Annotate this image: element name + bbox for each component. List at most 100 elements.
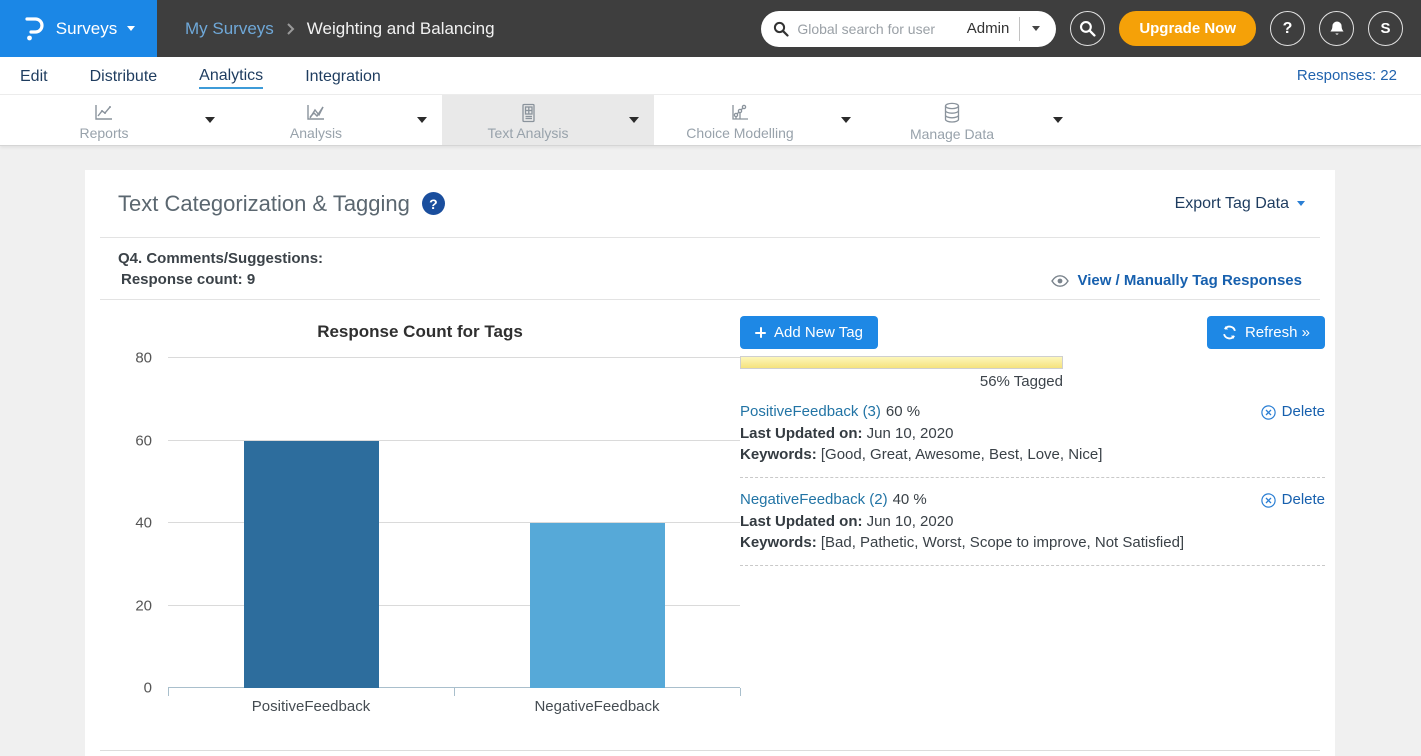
bar-positivefeedback[interactable] [244,441,379,689]
ribbon-dropdown-choice-modelling[interactable] [826,117,866,123]
trend-chart-icon [305,103,327,123]
tagged-percent-label: 56% Tagged [740,373,1063,390]
refresh-button[interactable]: Refresh » [1207,316,1325,349]
user-avatar[interactable]: S [1368,11,1403,46]
ribbon-dropdown-reports[interactable] [190,117,230,123]
ribbon-label: Analysis [290,125,342,141]
chevron-down-icon [629,117,639,123]
y-tick-label: 40 [135,515,152,532]
ribbon-label: Text Analysis [488,125,569,141]
delete-label: Delete [1282,401,1325,423]
tag-name-link[interactable]: PositiveFeedback (3) [740,401,881,423]
global-search-input[interactable] [797,21,962,37]
upgrade-now-button[interactable]: Upgrade Now [1119,11,1256,46]
ribbon-item-text-analysis[interactable]: Text Analysis [442,99,614,141]
question-section: Q4. Comments/Suggestions: Response count… [100,238,1320,300]
view-manually-tag-link[interactable]: View / Manually Tag Responses [1051,272,1302,290]
add-new-tag-button[interactable]: Add New Tag [740,316,878,349]
chevron-down-icon [841,117,851,123]
chart-area: 020406080 [100,358,740,688]
bar-negativefeedback[interactable] [530,523,665,688]
response-count-label: Response count: 9 [118,269,323,290]
bell-icon [1329,20,1345,37]
text-tagging-card: Text Categorization & Tagging ? Export T… [85,170,1335,756]
y-tick-label: 80 [135,350,152,367]
search-icon [773,21,789,37]
delete-tag-button[interactable]: Delete [1261,401,1325,423]
chart-y-axis: 020406080 [100,358,168,688]
survey-tabs: Edit Distribute Analytics Integration Re… [0,57,1421,95]
tab-distribute[interactable]: Distribute [90,64,158,88]
x-axis-tick [740,688,741,696]
add-new-tag-label: Add New Tag [774,324,863,341]
y-tick-label: 0 [144,680,152,697]
tag-keywords-line: Keywords: [Bad, Pathetic, Worst, Scope t… [740,532,1325,553]
product-switcher[interactable]: Surveys [0,0,157,57]
question-label: Q4. Comments/Suggestions: [118,248,323,269]
ribbon-label: Reports [79,125,128,141]
plus-icon [755,327,766,338]
tag-head: PositiveFeedback (3) 60 % Delete [740,401,1325,423]
chart-title: Response Count for Tags [100,322,740,342]
updated-label: Last Updated on: [740,513,863,530]
question-mark-icon: ? [1283,20,1293,38]
page-content: Text Categorization & Tagging ? Export T… [0,146,1421,756]
card-header: Text Categorization & Tagging ? Export T… [85,170,1335,237]
x-category-label: PositiveFeedback [168,698,454,715]
updated-value: Jun 10, 2020 [863,425,954,442]
tab-analytics[interactable]: Analytics [199,63,263,89]
ribbon-label: Manage Data [910,126,994,142]
help-button[interactable]: ? [1270,11,1305,46]
tag-panel: Add New Tag 56% Tagged Refresh » [740,314,1325,715]
x-axis-tick [168,688,169,696]
tag-entry-negativefeedback: NegativeFeedback (2) 40 % Delete Last Up… [740,480,1325,566]
chevron-down-icon [127,26,135,31]
quick-search-button[interactable] [1070,11,1105,46]
search-scope-selector[interactable]: Admin [967,20,1010,37]
keywords-value: [Bad, Pathetic, Worst, Scope to improve,… [817,534,1184,551]
bar-slot [168,358,454,688]
ribbon-dropdown-manage-data[interactable] [1038,117,1078,123]
ribbon-item-manage-data[interactable]: Manage Data [866,98,1038,142]
tag-keywords-line: Keywords: [Good, Great, Awesome, Best, L… [740,444,1325,465]
y-tick-label: 60 [135,432,152,449]
keywords-label: Keywords: [740,534,817,551]
question-info: Q4. Comments/Suggestions: Response count… [118,248,323,290]
tag-actions-row: Add New Tag 56% Tagged Refresh » [740,316,1325,390]
tag-updated-line: Last Updated on: Jun 10, 2020 [740,423,1325,444]
view-manually-tag-label: View / Manually Tag Responses [1077,272,1302,289]
tag-name-link[interactable]: NegativeFeedback (2) [740,489,888,511]
ribbon-unit-reports: Reports [18,95,230,145]
breadcrumb-current-survey: Weighting and Balancing [307,19,495,39]
tag-chart: Response Count for Tags 020406080 Positi… [100,314,740,715]
ribbon-dropdown-analysis[interactable] [402,117,442,123]
eye-icon [1051,275,1069,287]
ribbon-item-reports[interactable]: Reports [18,99,190,141]
chevron-down-icon [1032,26,1040,31]
ribbon-unit-choice-modelling: Choice Modelling [654,95,866,145]
breadcrumb-my-surveys[interactable]: My Surveys [185,19,274,39]
tab-edit[interactable]: Edit [20,64,48,88]
title-help-icon[interactable]: ? [422,192,445,215]
line-chart-icon [93,103,115,123]
delete-tag-button[interactable]: Delete [1261,489,1325,511]
notifications-button[interactable] [1319,11,1354,46]
ribbon-item-analysis[interactable]: Analysis [230,99,402,141]
search-scope-dropdown[interactable] [1020,26,1044,31]
refresh-label: Refresh » [1245,324,1310,341]
ribbon-dropdown-text-analysis[interactable] [614,117,654,123]
ribbon-item-choice-modelling[interactable]: Choice Modelling [654,99,826,141]
updated-value: Jun 10, 2020 [863,513,954,530]
topbar-actions: Admin Upgrade Now ? S [761,11,1421,47]
chevron-down-icon [1053,117,1063,123]
tag-percent: 40 % [888,489,927,511]
circled-x-icon [1261,493,1276,508]
export-tag-data-label: Export Tag Data [1175,195,1289,213]
chevron-right-icon [286,22,295,36]
chart-plot [168,358,740,688]
tagged-progress-bar [740,356,1063,369]
circled-x-icon [1261,405,1276,420]
export-tag-data-dropdown[interactable]: Export Tag Data [1175,195,1305,213]
tab-integration[interactable]: Integration [305,64,381,88]
tag-head: NegativeFeedback (2) 40 % Delete [740,489,1325,511]
